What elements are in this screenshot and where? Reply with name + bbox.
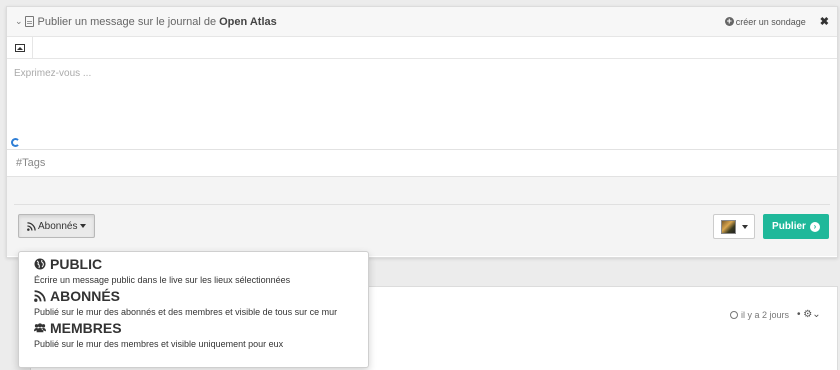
create-survey-label: créer un sondage bbox=[735, 16, 806, 27]
composer-footer: Abonnés Publier › bbox=[7, 177, 837, 256]
audience-option-membres-title: MEMBRES bbox=[34, 320, 353, 336]
composer-header[interactable]: ⌄ Publier un message sur le journal de O… bbox=[7, 7, 837, 37]
message-placeholder: Exprimez-vous ... bbox=[14, 68, 92, 79]
create-survey-link[interactable]: + créer un sondage bbox=[724, 16, 806, 27]
publish-label: Publier bbox=[772, 221, 806, 232]
audience-dropdown-button[interactable]: Abonnés bbox=[18, 214, 96, 238]
close-icon[interactable]: ✖ bbox=[820, 15, 829, 28]
rss-icon bbox=[34, 290, 46, 302]
audience-label: Abonnés bbox=[38, 220, 78, 232]
document-icon bbox=[24, 16, 34, 27]
audience-option-title: PUBLIC bbox=[50, 256, 103, 272]
footer-divider bbox=[14, 204, 830, 205]
tags-input[interactable]: #Tags bbox=[7, 149, 837, 177]
caret-down-icon bbox=[80, 224, 87, 228]
publish-button[interactable]: Publier › bbox=[763, 214, 829, 239]
caret-down-icon bbox=[741, 224, 748, 229]
post-time: il y a 2 jours bbox=[741, 309, 790, 320]
audience-option-public-title: PUBLIC bbox=[34, 256, 353, 272]
post-meta: il y a 2 jours • ⚙⌄ bbox=[730, 309, 821, 320]
audience-option-title: ABONNÉS bbox=[50, 288, 121, 304]
audience-option-desc: Publié sur le mur des abonnés et des mem… bbox=[34, 307, 338, 317]
author-select-button[interactable] bbox=[713, 214, 755, 239]
audience-option-public[interactable]: PUBLIC Écrire un message public dans le … bbox=[34, 256, 353, 285]
message-input[interactable]: Exprimez-vous ... bbox=[7, 59, 837, 149]
arrow-right-circle-icon: › bbox=[809, 221, 820, 232]
audience-option-abonnes[interactable]: ABONNÉS Publié sur le mur des abonnés et… bbox=[34, 288, 353, 317]
composer-toolbar bbox=[7, 37, 837, 59]
rss-icon bbox=[27, 221, 36, 231]
tags-placeholder: #Tags bbox=[16, 157, 46, 169]
loading-spinner-icon bbox=[11, 138, 20, 147]
avatar bbox=[720, 219, 736, 234]
chevron-down-icon[interactable]: ⌄ bbox=[15, 16, 23, 27]
header-title: Publier un message sur le journal de bbox=[37, 15, 217, 28]
audience-option-title: MEMBRES bbox=[50, 320, 122, 336]
users-icon bbox=[34, 323, 46, 333]
plus-circle-icon: + bbox=[724, 16, 734, 26]
add-image-button[interactable] bbox=[7, 37, 33, 59]
gear-icon[interactable]: • ⚙⌄ bbox=[797, 309, 821, 320]
audience-option-desc: Publié sur le mur des membres et visible… bbox=[34, 339, 284, 349]
audience-option-abonnes-title: ABONNÉS bbox=[34, 288, 353, 304]
globe-icon bbox=[34, 258, 46, 270]
clock-icon bbox=[730, 310, 738, 319]
audience-option-desc: Écrire un message public dans le live su… bbox=[34, 275, 291, 285]
image-icon bbox=[14, 44, 25, 52]
header-org-name: Open Atlas bbox=[219, 15, 277, 28]
audience-option-membres[interactable]: MEMBRES Publié sur le mur des membres et… bbox=[34, 320, 353, 349]
composer-panel: ⌄ Publier un message sur le journal de O… bbox=[6, 6, 838, 258]
audience-menu: PUBLIC Écrire un message public dans le … bbox=[18, 251, 369, 368]
